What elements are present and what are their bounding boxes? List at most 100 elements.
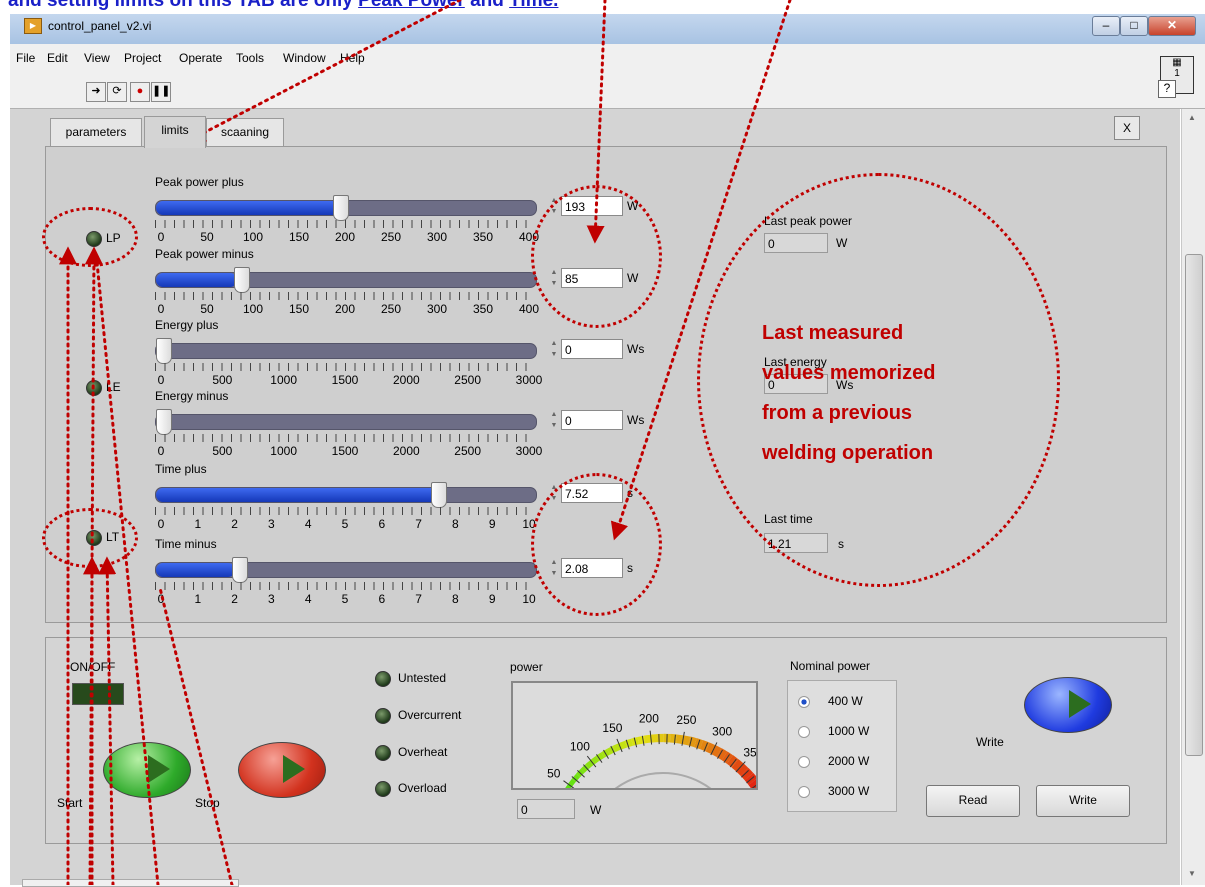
context-help-button[interactable]: ?	[1158, 80, 1176, 98]
scrollbar-thumb[interactable]	[1185, 254, 1203, 756]
gauge-tick	[626, 740, 629, 750]
gauge-arc-segment	[608, 749, 614, 752]
run-arrow-icon[interactable]: ➜	[86, 82, 106, 102]
slider-tick-label: 3000	[516, 373, 543, 387]
menu-file[interactable]: File	[16, 51, 35, 65]
tab-parameters[interactable]: parameters	[50, 118, 142, 147]
slider-track-2[interactable]	[155, 343, 537, 359]
spinner-arrows-icon[interactable]: ▲▼	[549, 338, 559, 360]
radio-3000w[interactable]	[798, 786, 810, 798]
slider-thumb-3[interactable]	[156, 409, 172, 435]
close-window-button[interactable]: ✕	[1148, 16, 1196, 36]
start-button[interactable]	[103, 742, 191, 798]
slider-tick-label: 1000	[270, 373, 297, 387]
gauge-tick	[697, 740, 700, 750]
slider-tick-label: 200	[335, 302, 355, 316]
gauge-tick	[634, 738, 636, 748]
menu-help[interactable]: Help	[340, 51, 365, 65]
slider-unit-2: Ws	[627, 342, 644, 356]
slider-tick-label: 8	[452, 592, 459, 606]
radio-400w[interactable]	[798, 696, 810, 708]
gauge-tick-label: 350	[743, 746, 756, 760]
stop-button[interactable]	[238, 742, 326, 798]
abort-icon[interactable]: ●	[130, 82, 150, 102]
write-led-button[interactable]	[1024, 677, 1112, 733]
gauge-arc-segment	[695, 743, 701, 745]
scroll-up-icon[interactable]: ▲	[1188, 113, 1196, 122]
spinner-arrows-icon[interactable]: ▲▼	[549, 409, 559, 431]
slider-tick-label: 2500	[454, 373, 481, 387]
write-button[interactable]: Write	[1036, 785, 1130, 817]
gauge-tick-label: 50	[547, 767, 561, 781]
radio-2000w[interactable]	[798, 756, 810, 768]
gauge-tick	[596, 754, 602, 762]
vertical-scrollbar[interactable]: ▲ ▼	[1181, 109, 1205, 885]
onoff-led	[72, 683, 124, 705]
slider-tick-label: 400	[519, 302, 539, 316]
slider-tick-label: 1	[194, 592, 201, 606]
slider-ticklabels-1: 050100150200250300350400	[155, 302, 535, 316]
pause-icon[interactable]: ❚❚	[151, 82, 171, 102]
menu-operate[interactable]: Operate	[179, 51, 222, 65]
run-continuously-icon[interactable]: ⟳	[107, 82, 127, 102]
maximize-button[interactable]: □	[1120, 16, 1148, 36]
gauge-arc-segment	[614, 746, 620, 749]
slider-thumb-5[interactable]	[232, 557, 248, 583]
slider-numeric-input-3[interactable]: 0	[561, 410, 623, 430]
slider-track-0[interactable]	[155, 200, 537, 216]
menu-tools[interactable]: Tools	[236, 51, 264, 65]
scroll-down-icon[interactable]: ▼	[1188, 869, 1196, 878]
gauge-arc-segment	[574, 775, 578, 780]
gauge-tick-label: 200	[639, 712, 659, 726]
slider-thumb-4[interactable]	[431, 482, 447, 508]
tab-scaaning[interactable]: scaaning	[206, 118, 284, 147]
slider-numeric-input-2[interactable]: 0	[561, 339, 623, 359]
overcurrent-led-icon	[375, 708, 391, 724]
gauge-dial-svg: 050100150200250300350400	[513, 683, 756, 788]
radio-1000w-label: 1000 W	[828, 724, 869, 738]
annotation-text: Last measured values memorized from a pr…	[762, 313, 935, 473]
slider-label-4: Time plus	[155, 462, 207, 476]
slider-track-4[interactable]	[155, 487, 537, 503]
gauge-tick	[751, 783, 756, 788]
slider-label-5: Time minus	[155, 537, 217, 551]
minimize-button[interactable]: –	[1092, 16, 1120, 36]
gauge-tick-label: 100	[570, 740, 590, 754]
gauge-arc-segment	[740, 768, 745, 772]
menu-window[interactable]: Window	[283, 51, 326, 65]
power-value: 0	[517, 799, 575, 819]
horizontal-scrollbar[interactable]	[22, 879, 239, 887]
slider-track-3[interactable]	[155, 414, 537, 430]
gauge-tick	[736, 762, 745, 772]
menu-view[interactable]: View	[84, 51, 110, 65]
slider-tick-label: 300	[427, 230, 447, 244]
gauge-tick	[674, 735, 675, 745]
slider-tick-label: 100	[243, 230, 263, 244]
slider-thumb-2[interactable]	[156, 338, 172, 364]
slider-track-1[interactable]	[155, 272, 537, 288]
menu-edit[interactable]: Edit	[47, 51, 68, 65]
slider-tick-label: 500	[212, 373, 232, 387]
gauge-arc-segment	[570, 780, 574, 785]
slider-tick-label: 1000	[270, 444, 297, 458]
slider-ticklabels-2: 050010001500200025003000	[155, 373, 535, 387]
slider-tick-label: 3000	[516, 444, 543, 458]
window-title: control_panel_v2.vi	[48, 19, 151, 33]
radio-400w-label: 400 W	[828, 694, 863, 708]
read-button[interactable]: Read	[926, 785, 1020, 817]
slider-track-5[interactable]	[155, 562, 537, 578]
radio-1000w[interactable]	[798, 726, 810, 738]
menu-project[interactable]: Project	[124, 51, 161, 65]
slider-tick-label: 0	[158, 444, 165, 458]
slider-thumb-1[interactable]	[234, 267, 250, 293]
slider-tick-label: 50	[200, 230, 213, 244]
panel-close-button[interactable]: X	[1114, 116, 1140, 140]
gauge-tick	[741, 770, 748, 777]
slider-tick-label: 7	[415, 592, 422, 606]
gauge-tick	[572, 777, 580, 783]
slider-fill-0	[156, 201, 339, 215]
tab-limits[interactable]: limits	[144, 116, 206, 148]
slider-tick-label: 150	[289, 230, 309, 244]
slider-thumb-0[interactable]	[333, 195, 349, 221]
slider-tick-label: 1500	[332, 373, 359, 387]
